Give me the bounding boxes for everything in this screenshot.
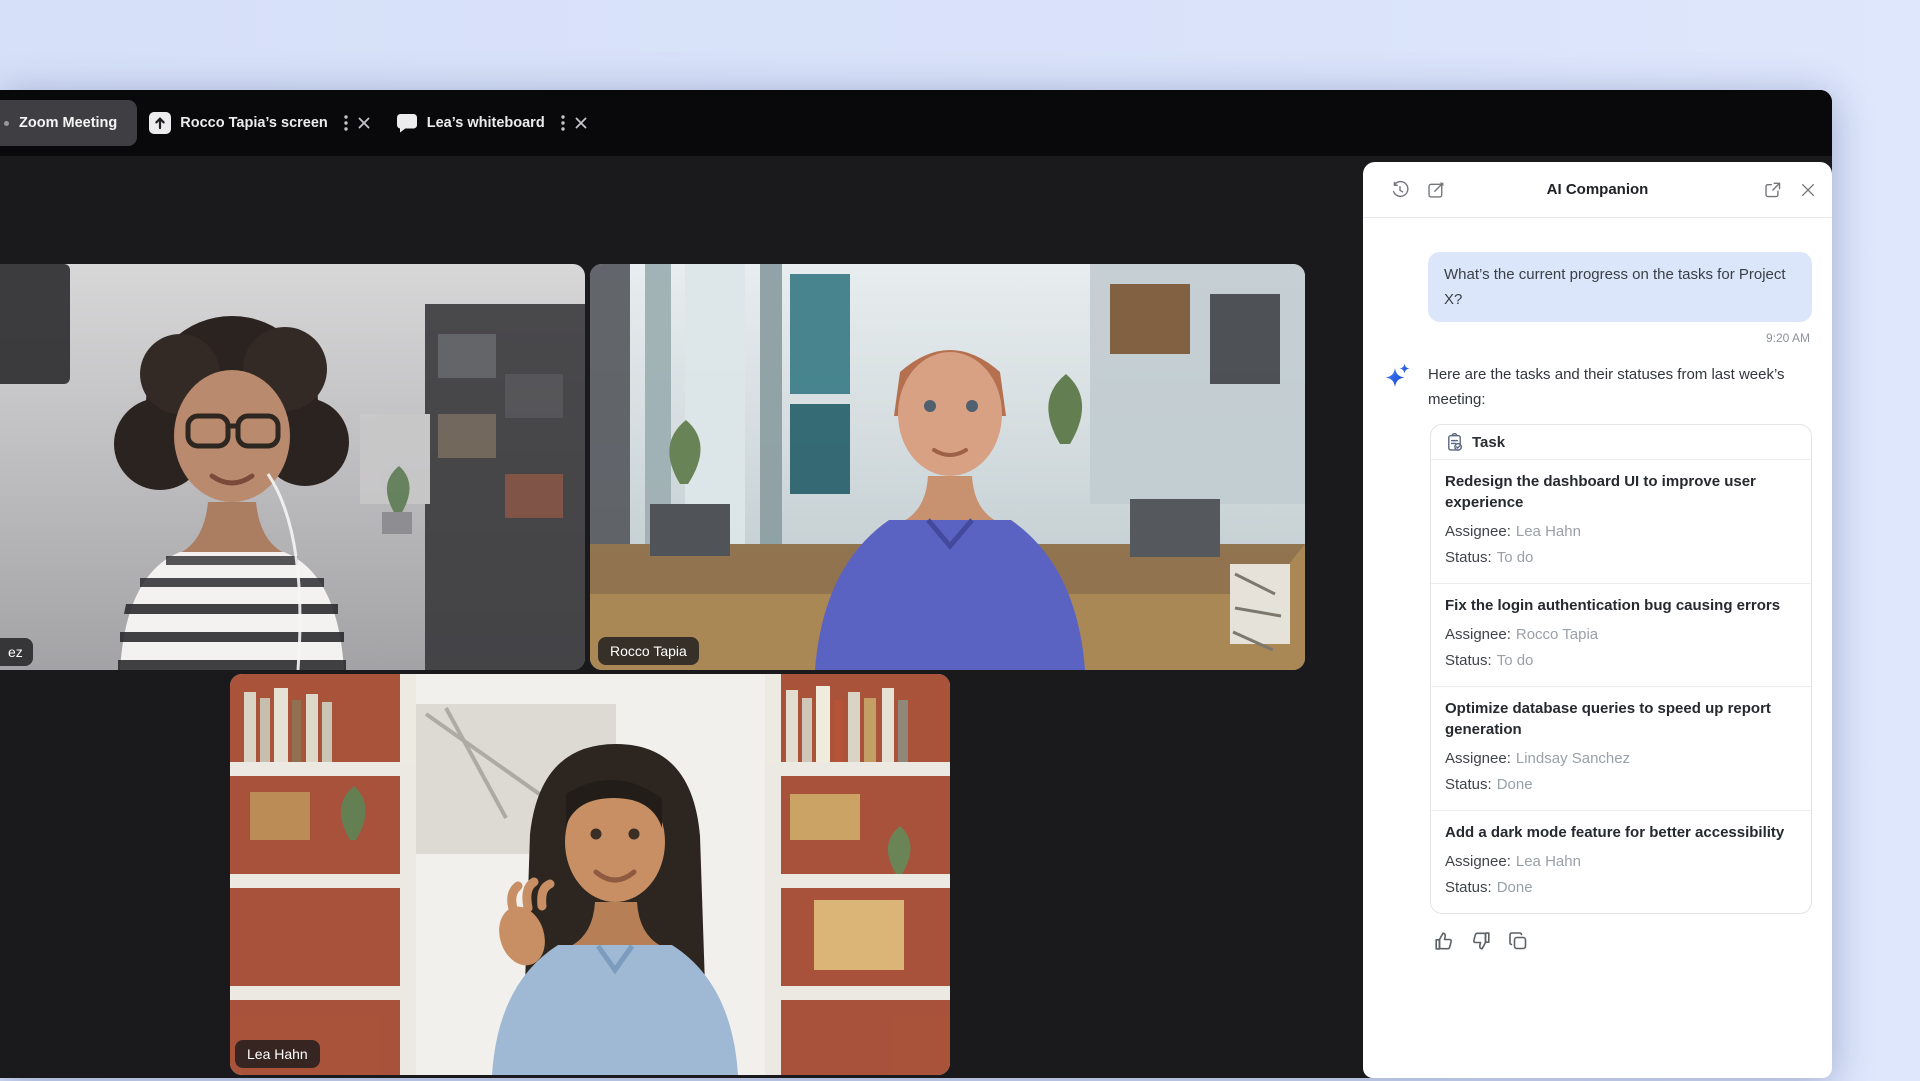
lea-whiteboard-menu-button[interactable]	[559, 113, 567, 133]
user-message-bubble: What’s the current progress on the tasks…	[1428, 252, 1812, 322]
lea-hahn-name-label: Lea Hahn	[235, 1040, 320, 1068]
task-status: Status:Done	[1445, 876, 1797, 900]
rocco-screen-menu-button[interactable]	[342, 113, 350, 133]
video-tile-lea-hahn[interactable]: Lea Hahn	[230, 674, 950, 1075]
task-title: Optimize database queries to speed up re…	[1445, 698, 1797, 740]
task-assignee: Assignee:Rocco Tapia	[1445, 623, 1797, 647]
rocco-screen-close-button[interactable]	[356, 115, 372, 131]
lea-hahn-video	[230, 674, 950, 1075]
ai-response-intro: Here are the tasks and their statuses fr…	[1428, 366, 1785, 408]
task-assignee: Assignee:Lea Hahn	[1445, 850, 1797, 874]
task-row: Fix the login authentication bug causing…	[1431, 584, 1811, 687]
task-title: Redesign the dashboard UI to improve use…	[1445, 471, 1797, 513]
ai-companion-panel: AI Companion What’s the current progress…	[1363, 162, 1832, 1078]
task-title: Fix the login authentication bug causing…	[1445, 595, 1797, 616]
tab-lea-whiteboard[interactable]: Lea’s whiteboard	[396, 113, 589, 133]
task-status: Status:Done	[1445, 773, 1797, 797]
window-tab-bar: Zoom Meeting Rocco Tapia’s screen Lea’s …	[0, 90, 1832, 156]
pop-out-icon[interactable]	[1762, 179, 1784, 201]
video-tile-rocco-tapia[interactable]: Rocco Tapia	[590, 264, 1305, 670]
meeting-status-dot	[4, 121, 9, 126]
task-status: Status:To do	[1445, 546, 1797, 570]
tab-rocco-screen[interactable]: Rocco Tapia’s screen	[149, 112, 371, 134]
ai-response-row: Here are the tasks and their statuses fr…	[1428, 362, 1804, 412]
task-status-card: Task Redesign the dashboard UI to improv…	[1430, 424, 1812, 914]
rocco-tapia-name-label: Rocco Tapia	[598, 637, 699, 665]
tab-zoom-meeting-label: Zoom Meeting	[19, 115, 117, 131]
task-assignee: Assignee:Lindsay Sanchez	[1445, 747, 1797, 771]
task-title: Add a dark mode feature for better acces…	[1445, 822, 1797, 843]
task-row: Add a dark mode feature for better acces…	[1431, 811, 1811, 913]
task-status: Status:To do	[1445, 649, 1797, 673]
participant-1-name-label: ez	[0, 638, 33, 666]
lea-whiteboard-close-button[interactable]	[573, 115, 589, 131]
task-assignee: Assignee:Lea Hahn	[1445, 520, 1797, 544]
message-timestamp: 9:20 AM	[1363, 331, 1810, 345]
task-card-title: Task	[1472, 434, 1505, 451]
task-clipboard-icon	[1445, 433, 1464, 452]
task-card-header: Task	[1431, 425, 1811, 460]
thumbs-down-icon[interactable]	[1470, 930, 1492, 952]
task-row: Redesign the dashboard UI to improve use…	[1431, 460, 1811, 584]
screen-share-icon	[149, 112, 171, 134]
video-tile-participant-1[interactable]: ez	[0, 264, 585, 670]
task-row: Optimize database queries to speed up re…	[1431, 687, 1811, 811]
tab-rocco-screen-label: Rocco Tapia’s screen	[180, 115, 327, 131]
copy-icon[interactable]	[1507, 930, 1529, 952]
participant-1-video	[0, 264, 585, 670]
thumbs-up-icon[interactable]	[1433, 930, 1455, 952]
close-panel-icon[interactable]	[1797, 179, 1819, 201]
ai-companion-header: AI Companion	[1363, 162, 1832, 218]
tab-zoom-meeting[interactable]: Zoom Meeting	[0, 100, 137, 146]
response-feedback-row	[1433, 930, 1832, 952]
whiteboard-icon	[396, 113, 418, 133]
tab-lea-whiteboard-label: Lea’s whiteboard	[427, 115, 545, 131]
rocco-tapia-video	[590, 264, 1305, 670]
ai-companion-sparkle-icon	[1385, 363, 1411, 389]
